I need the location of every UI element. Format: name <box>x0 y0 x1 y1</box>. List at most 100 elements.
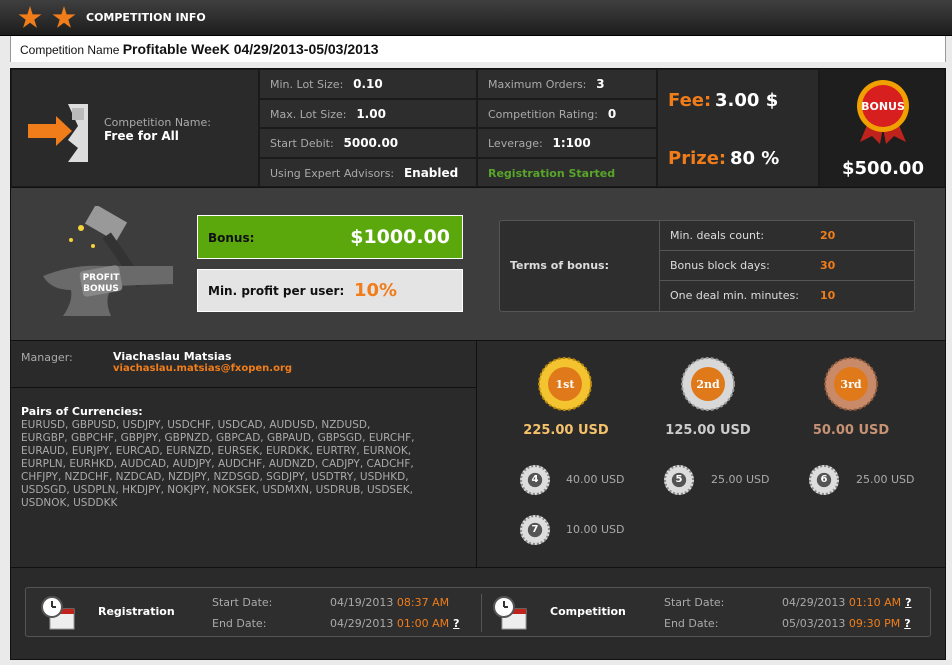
expert-advisors-value: Enabled <box>403 166 459 180</box>
max-lot-value: 1.00 <box>356 107 386 121</box>
term-row: One deal min. minutes: 10 <box>660 281 915 311</box>
min-lot-value: 0.10 <box>353 77 383 91</box>
competition-label: Competition <box>550 605 626 618</box>
profit-bonus-icon: PROFIT BONUS <box>43 206 173 316</box>
bonus-box: Bonus: $1000.00 <box>197 215 463 259</box>
terms-label: Terms of bonus: <box>510 259 609 272</box>
silver-medal-text: 2nd <box>696 378 720 391</box>
place-prize-amount: 25.00 USD <box>711 473 770 486</box>
registration-end-time: 01:00 AM <box>396 617 450 630</box>
place-prize-amount: 25.00 USD <box>856 473 915 486</box>
term-value: 30 <box>820 259 836 272</box>
pairs-line: CHFJPY, NZDCHF, NZDCAD, NZDJPY, NZDSGD, … <box>21 471 409 483</box>
registration-end-date: 04/29/2013 <box>330 617 394 630</box>
manager-name: Viachaslau Matsias <box>113 350 232 363</box>
start-debit-cell: Start Debit: 5000.00 <box>259 128 477 158</box>
place-prize-amount: 40.00 USD <box>566 473 625 486</box>
manager-label: Manager: <box>21 351 73 364</box>
competition-end-date: 05/03/2013 <box>782 617 846 630</box>
expert-advisors-cell: Using Expert Advisors: Enabled <box>259 158 477 187</box>
min-lot-cell: Min. Lot Size: 0.10 <box>259 69 477 99</box>
manager-email[interactable]: viachaslau.matsias@fxopen.org <box>113 363 292 374</box>
registration-start-date: 04/19/2013 <box>330 596 394 609</box>
profit-bonus-text-1: PROFIT <box>83 273 121 283</box>
fee-value: 3.00 $ <box>715 90 779 111</box>
place-medal-icon: 4 <box>520 465 550 495</box>
place-medal-icon: 7 <box>520 515 550 545</box>
prize-label: Prize: <box>668 148 727 169</box>
pairs-line: EURUSD, GBPUSD, USDJPY, USDCHF, USDCAD, … <box>21 419 371 431</box>
term-row: Bonus block days: 30 <box>660 251 915 281</box>
max-orders-value: 3 <box>596 77 605 91</box>
min-profit-box: Min. profit per user: 10% <box>197 269 463 312</box>
place-medal-icon: 5 <box>664 465 694 495</box>
help-link[interactable]: ? <box>453 617 459 630</box>
bonus-badge-cell: BONUS $500.00 <box>819 69 945 187</box>
silver-medal-icon: 2nd <box>681 357 735 411</box>
competition-start-time: 01:10 AM <box>848 596 902 609</box>
competition-end-time: 09:30 PM <box>848 617 901 630</box>
term-label: One deal min. minutes: <box>670 289 799 302</box>
competition-name-value: Profitable WeeK 04/29/2013-05/03/2013 <box>122 41 379 57</box>
pairs-line: EURGBP, GBPCHF, GBPJPY, GBPNZD, GBPCAD, … <box>21 432 415 444</box>
bronze-medal-icon: 3rd <box>824 357 878 411</box>
max-orders-cell: Maximum Orders: 3 <box>477 69 657 99</box>
registration-label: Registration <box>98 605 175 618</box>
calendar-clock-icon <box>493 596 527 630</box>
competition-name-label: Competition Name <box>20 43 120 57</box>
prizes-panel: 1st 225.00 USD 2nd 125.00 USD 3rd 50.00 … <box>478 341 945 567</box>
bonus-badge-text: BONUS <box>861 100 905 113</box>
pairs-line: USDNOK, USDDKK <box>21 497 118 509</box>
third-prize-amount: 50.00 USD <box>812 423 890 438</box>
registration-end-label: End Date: <box>212 617 267 630</box>
title-bar: COMPETITION INFO <box>0 0 952 36</box>
second-prize-amount: 125.00 USD <box>665 423 751 438</box>
leverage-label: Leverage: <box>488 137 543 150</box>
term-label: Bonus block days: <box>670 259 770 272</box>
registration-status-cell: Registration Started <box>477 158 657 187</box>
help-link[interactable]: ? <box>904 617 910 630</box>
competition-type-label: Competition Name: <box>104 116 211 129</box>
bonus-section: PROFIT BONUS Bonus: $1000.00 Min. profit… <box>11 187 945 341</box>
rating-cell: Competition Rating: 0 <box>477 99 657 128</box>
profit-bonus-text-2: BONUS <box>83 284 119 294</box>
competition-start-label: Start Date: <box>664 596 725 609</box>
max-lot-label: Max. Lot Size: <box>270 108 347 121</box>
gold-medal-text: 1st <box>556 378 576 391</box>
help-link[interactable]: ? <box>905 596 911 609</box>
expert-advisors-label: Using Expert Advisors: <box>270 167 395 180</box>
competition-start-date: 04/29/2013 <box>782 596 846 609</box>
min-profit-label: Min. profit per user: <box>208 284 345 298</box>
bonus-amount: $500.00 <box>842 158 924 179</box>
main-panel: Competition Name: Free for All Min. Lot … <box>10 68 946 660</box>
calendar-clock-icon <box>41 596 75 630</box>
details-left: Manager: Viachaslau Matsias viachaslau.m… <box>11 341 477 567</box>
pairs-title: Pairs of Currencies: <box>21 405 143 418</box>
bonus-value: $1000.00 <box>350 226 450 248</box>
first-prize-amount: 225.00 USD <box>523 423 609 438</box>
competition-end-label: End Date: <box>664 617 719 630</box>
registration-start-time: 08:37 AM <box>396 596 450 609</box>
fee-prize-cell: Fee: 3.00 $ Prize: 80 % <box>657 69 819 187</box>
registration-status: Registration Started <box>488 167 616 180</box>
term-label: Min. deals count: <box>670 229 765 242</box>
competition-type-value: Free for All <box>104 129 179 143</box>
place-medal-icon: 6 <box>809 465 839 495</box>
pairs-line: EURAUD, EURJPY, EURCAD, EURNZD, EURSEK, … <box>21 445 412 457</box>
rating-value: 0 <box>607 107 617 121</box>
leverage-value: 1:100 <box>552 136 591 150</box>
term-value: 20 <box>820 229 836 242</box>
rating-label: Competition Rating: <box>488 108 598 121</box>
min-profit-value: 10% <box>354 280 398 301</box>
start-debit-value: 5000.00 <box>343 136 399 150</box>
fee-label: Fee: <box>668 90 712 111</box>
arrows-icon <box>28 104 88 162</box>
window-title: COMPETITION INFO <box>86 11 206 24</box>
pairs-line: USDSGD, USDPLN, HKDJPY, NOKJPY, NOKSEK, … <box>21 484 413 496</box>
max-lot-cell: Max. Lot Size: 1.00 <box>259 99 477 128</box>
star-icon <box>52 6 76 28</box>
min-lot-label: Min. Lot Size: <box>270 78 344 91</box>
place-prize-amount: 10.00 USD <box>566 523 625 536</box>
terms-of-bonus: Terms of bonus: Min. deals count: 20 Bonu… <box>499 220 915 312</box>
bronze-medal-text: 3rd <box>840 378 861 391</box>
